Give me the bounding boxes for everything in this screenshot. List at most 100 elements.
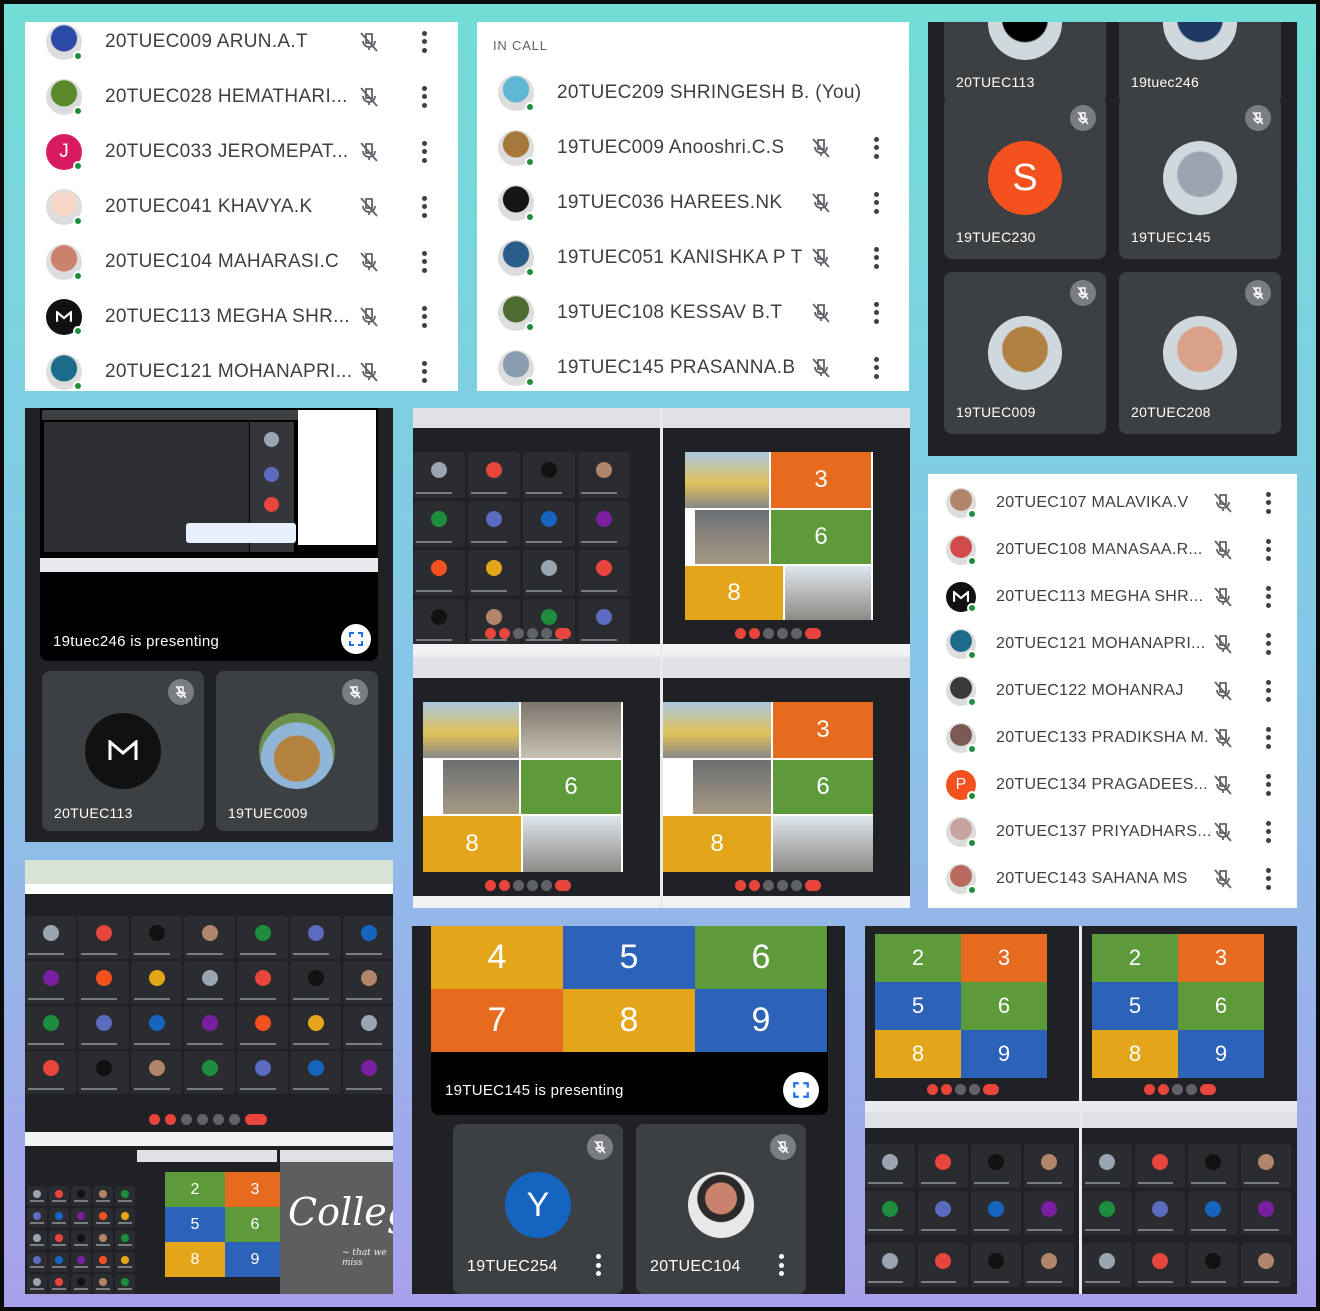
mini-tile <box>971 1144 1021 1188</box>
more-options-icon[interactable] <box>421 85 427 108</box>
participant-row[interactable]: 19TUEC108 KESSAV B.T <box>477 285 909 340</box>
video-tile[interactable]: 19TUEC009 <box>944 272 1106 434</box>
more-options-icon[interactable] <box>421 140 427 163</box>
mini-tile <box>27 1208 47 1228</box>
video-tile[interactable]: 20TUEC208 <box>1119 272 1281 434</box>
more-options-icon[interactable] <box>873 136 879 159</box>
screenshots-panel-2: 235689 235689 <box>865 926 1297 1294</box>
video-tile[interactable]: 20TUEC104 <box>636 1124 806 1294</box>
more-options-icon[interactable] <box>778 1254 784 1276</box>
video-tile[interactable]: 20TUEC113 <box>944 22 1106 104</box>
participant-row[interactable]: 20TUEC209 SHRINGESH B. (You) <box>477 65 909 120</box>
avatar-letter: J <box>59 140 69 162</box>
more-options-icon[interactable] <box>421 360 427 383</box>
more-options-icon[interactable] <box>873 356 879 379</box>
participant-name: 19TUEC036 HAREES.NK <box>557 191 783 213</box>
participant-name: 19TUEC051 KANISHKA P T <box>557 246 803 268</box>
slide-number: 3 <box>771 452 871 508</box>
more-options-icon[interactable] <box>421 195 427 218</box>
more-options-icon[interactable] <box>595 1254 601 1276</box>
participant-row[interactable]: 19TUEC051 KANISHKA P T <box>477 230 909 285</box>
mic-off-icon <box>360 31 378 52</box>
more-options-icon[interactable] <box>1265 632 1271 655</box>
more-options-icon[interactable] <box>1265 679 1271 702</box>
participant-row[interactable]: 20TUEC113 MEGHA SHR... <box>25 289 458 344</box>
participant-name: 20TUEC028 HEMATHARI... <box>105 85 348 107</box>
video-tile[interactable]: 19TUEC009 <box>216 671 378 831</box>
mini-tile <box>27 1274 47 1294</box>
participant-row[interactable]: 19TUEC145 PRASANNA.B <box>477 340 909 391</box>
participant-row[interactable]: 20TUEC028 HEMATHARI... <box>25 69 458 124</box>
more-options-icon[interactable] <box>1265 491 1271 514</box>
tile-grid-panel: 20TUEC113 19tuec246 S 19TUEC230 19TUEC145 19T… <box>928 22 1297 456</box>
avatar <box>946 722 977 754</box>
more-options-icon[interactable] <box>1265 726 1271 749</box>
mini-tile <box>1082 1144 1132 1188</box>
mic-off-icon <box>1214 821 1232 842</box>
participant-row[interactable]: 20TUEC113 MEGHA SHR... <box>928 573 1297 620</box>
video-tile[interactable]: Y 19TUEC254 <box>453 1124 623 1294</box>
participant-row[interactable]: 20TUEC137 PRIYADHARS... <box>928 808 1297 855</box>
tile-label: 19TUEC230 <box>956 229 1036 245</box>
participant-row[interactable]: 20TUEC107 MALAVIKA.V <box>928 479 1297 526</box>
mini-tile <box>290 1051 341 1094</box>
participant-row[interactable]: 20TUEC009 ARUN.A.T <box>25 22 458 69</box>
mic-off-icon <box>1214 727 1232 748</box>
more-options-icon[interactable] <box>873 246 879 269</box>
presenting-label: 19tuec246 is presenting <box>53 633 220 650</box>
more-options-icon[interactable] <box>1265 820 1271 843</box>
classroom-photo <box>695 510 769 564</box>
mic-off-icon <box>1214 633 1232 654</box>
participant-row[interactable]: 20TUEC104 MAHARASI.C <box>25 234 458 289</box>
slide-number: 2 <box>1092 934 1178 982</box>
more-options-icon[interactable] <box>1265 773 1271 796</box>
avatar: J <box>46 133 83 171</box>
more-options-icon[interactable] <box>1265 867 1271 890</box>
participant-row[interactable]: 20TUEC122 MOHANRAJ <box>928 667 1297 714</box>
participant-row[interactable]: 20TUEC108 MANASAA.R... <box>928 526 1297 573</box>
participant-row[interactable]: 20TUEC041 KHAVYA.K <box>25 179 458 234</box>
mic-off-icon <box>812 137 830 158</box>
participant-row[interactable]: 19TUEC036 HAREES.NK <box>477 175 909 230</box>
slide-number: 5 <box>875 982 961 1030</box>
video-tile[interactable]: 19TUEC145 <box>1119 97 1281 259</box>
fullscreen-button[interactable] <box>783 1072 819 1108</box>
video-tile[interactable]: 20TUEC113 <box>42 671 204 831</box>
tile-label: 19tuec246 <box>1131 74 1200 90</box>
participant-row[interactable]: 20TUEC133 PRADIKSHA M. <box>928 714 1297 761</box>
mini-tile <box>27 1252 47 1272</box>
participant-name: 20TUEC134 PRAGADEES... <box>996 775 1209 793</box>
mini-tile <box>27 1186 47 1206</box>
slide-number: 3 <box>773 702 873 758</box>
mini-tile <box>1024 1191 1074 1235</box>
video-tile[interactable]: S 19TUEC230 <box>944 97 1106 259</box>
fullscreen-button[interactable] <box>341 624 371 654</box>
mini-tile <box>290 916 341 959</box>
more-options-icon[interactable] <box>873 301 879 324</box>
online-indicator <box>967 696 977 707</box>
participant-row[interactable]: J 20TUEC033 JEROMEPAT... <box>25 124 458 179</box>
more-options-icon[interactable] <box>421 30 427 53</box>
more-options-icon[interactable] <box>1265 538 1271 561</box>
participant-name: 20TUEC104 MAHARASI.C <box>105 250 340 272</box>
participant-row[interactable]: 20TUEC143 SAHANA MS <box>928 855 1297 902</box>
gallery-screenshot-panel: 235689 College ~ that we miss <box>25 860 393 1294</box>
participant-row[interactable]: 20TUEC121 MOHANAPRI... <box>928 620 1297 667</box>
participant-name: 20TUEC122 MOHANRAJ <box>996 681 1184 699</box>
mini-tile <box>918 1243 968 1287</box>
more-options-icon[interactable] <box>873 191 879 214</box>
more-options-icon[interactable] <box>1265 585 1271 608</box>
participant-name: 20TUEC113 MEGHA SHR... <box>105 305 350 327</box>
more-options-icon[interactable] <box>421 305 427 328</box>
participant-row[interactable]: P 20TUEC134 PRAGADEES... <box>928 761 1297 808</box>
avatar <box>498 184 535 222</box>
avatar-photo <box>988 316 1062 390</box>
mini-tile <box>1082 1243 1132 1287</box>
participant-row[interactable]: 19TUEC009 Anooshri.C.S <box>477 120 909 175</box>
more-options-icon[interactable] <box>421 250 427 273</box>
participant-name: 20TUEC033 JEROMEPAT... <box>105 140 349 162</box>
video-tile[interactable]: 19tuec246 <box>1119 22 1281 104</box>
mini-tile <box>184 916 235 959</box>
slide-number: 9 <box>1178 1030 1264 1078</box>
participant-row[interactable]: 20TUEC121 MOHANAPRI... <box>25 344 458 391</box>
